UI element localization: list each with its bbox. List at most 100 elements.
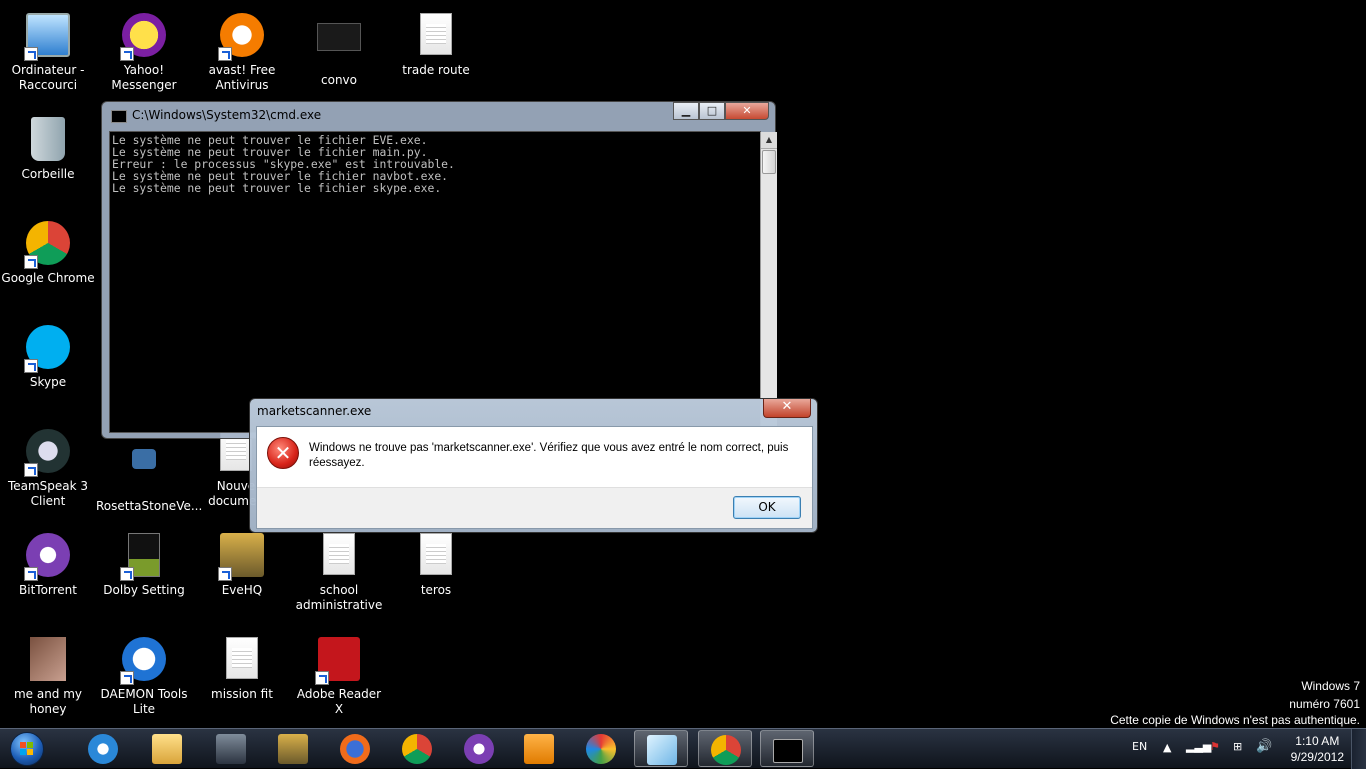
ok-button[interactable]: OK [733, 496, 801, 519]
start-button[interactable] [4, 729, 48, 769]
minimize-button[interactable]: ▁ [673, 102, 699, 120]
desktop-icon-label: TeamSpeak 3 Client [7, 479, 89, 508]
recycle-bin-icon [24, 117, 72, 165]
watermark-line-3: Cette copie de Windows n'est pas authent… [1110, 713, 1360, 727]
taskbar-button[interactable] [452, 730, 506, 767]
desktop-icon-label: Skype [29, 375, 67, 389]
desktop-icon-label: DAEMON Tools Lite [100, 687, 188, 716]
taskbar-button[interactable] [390, 730, 444, 767]
desktop-icon-label: Corbeille [21, 167, 75, 181]
dialog-body: ✕ Windows ne trouve pas 'marketscanner.e… [256, 426, 813, 529]
desktop-icon[interactable]: Yahoo! Messenger [96, 5, 192, 93]
shortcut-arrow-icon [120, 567, 134, 581]
taskbar-button[interactable] [512, 730, 566, 767]
desktop-icon[interactable]: Google Chrome [0, 213, 96, 286]
desktop-icon[interactable]: me and my honey [0, 629, 96, 717]
cmd-caption-buttons: ▁ □ ✕ [673, 102, 769, 120]
desktop-icon-label: me and my honey [13, 687, 83, 716]
desktop-icon[interactable]: Adobe Reader X [291, 629, 387, 717]
shortcut-arrow-icon [24, 359, 38, 373]
window-switcher-icon [647, 735, 677, 765]
shortcut-arrow-icon [218, 47, 232, 61]
screenshot-file-icon [315, 23, 363, 71]
taskbar-button[interactable] [266, 730, 320, 767]
cmd-window-icon [111, 110, 127, 123]
volume-icon[interactable]: 🔊 [1256, 739, 1272, 754]
dialog-title: marketscanner.exe [257, 404, 372, 418]
dialog-message-area: ✕ Windows ne trouve pas 'marketscanner.e… [257, 427, 812, 487]
text-file-icon [315, 533, 363, 581]
error-icon: ✕ [267, 437, 299, 469]
computer-icon [24, 13, 72, 61]
taskbar-button[interactable] [328, 730, 382, 767]
cmd-window[interactable]: C:\Windows\System32\cmd.exe ▁ □ ✕ Le sys… [101, 101, 777, 439]
taskbar-button[interactable] [760, 730, 814, 767]
internet-explorer-icon [88, 734, 118, 764]
desktop-icon-label: mission fit [211, 687, 273, 701]
cmd-scrollbar[interactable]: ▲ [760, 132, 777, 432]
scroll-up-arrow-icon[interactable]: ▲ [761, 132, 777, 149]
desktop-icon-label: teros [420, 583, 452, 597]
desktop-icon[interactable]: Skype [0, 317, 96, 390]
error-dialog[interactable]: marketscanner.exe ✕ ✕ Windows ne trouve … [249, 398, 818, 533]
taskbar-button[interactable] [204, 730, 258, 767]
clock[interactable]: 1:10 AM 9/29/2012 [1291, 733, 1344, 765]
show-hidden-icons[interactable]: ▲ [1163, 741, 1171, 754]
desktop-icon-label: Yahoo! Messenger [111, 63, 177, 92]
desktop-icon[interactable]: TeamSpeak 3 Client [0, 421, 96, 509]
desktop-icon[interactable]: trade route [388, 5, 484, 78]
dialog-footer: OK [257, 487, 812, 528]
scroll-thumb[interactable] [762, 150, 776, 174]
text-file-icon [412, 13, 460, 61]
desktop-icon[interactable]: Ordinateur - Raccourci [0, 5, 96, 93]
desktop-icon[interactable]: avast! Free Antivirus [194, 5, 290, 93]
maximize-button[interactable]: □ [699, 102, 725, 120]
cmd-close-button[interactable]: ✕ [725, 102, 769, 120]
daemon-tools-icon [120, 637, 168, 685]
desktop-icon[interactable]: BitTorrent [0, 525, 96, 598]
taskbar-button[interactable] [76, 730, 130, 767]
desktop-icon[interactable]: Corbeille [0, 109, 96, 182]
taskbar-button[interactable] [698, 730, 752, 767]
desktop-icon-label: avast! Free Antivirus [208, 63, 276, 92]
desktop-icon[interactable]: school administrative [291, 525, 387, 613]
network-icon[interactable]: ⊞ [1233, 740, 1242, 753]
evehq-icon [278, 734, 308, 764]
shortcut-arrow-icon [24, 567, 38, 581]
taskbar: EN ▲ ▂▃▅ ⚑ ⊞ 🔊 1:10 AM 9/29/2012 [0, 728, 1366, 769]
desktop-icon-label: Ordinateur - Raccourci [11, 63, 85, 92]
watermark-line-2: numéro 7601 [1289, 697, 1360, 711]
cmd-window-title: C:\Windows\System32\cmd.exe [132, 108, 322, 122]
action-center-icon[interactable]: ⚑ [1210, 740, 1220, 753]
show-desktop-button[interactable] [1351, 729, 1366, 769]
taskbar-button[interactable] [140, 730, 194, 767]
cmd-console[interactable]: Le système ne peut trouver le fichier EV… [109, 131, 777, 433]
firefox-icon [340, 734, 370, 764]
chrome-icon [711, 735, 741, 765]
signal-icon[interactable]: ▂▃▅ [1186, 740, 1211, 753]
dialog-close-button[interactable]: ✕ [763, 399, 811, 418]
clock-date: 9/29/2012 [1290, 750, 1344, 764]
taskbar-button[interactable] [574, 730, 628, 767]
desktop-icon[interactable]: teros [388, 525, 484, 598]
taskbar-button[interactable] [634, 730, 688, 767]
desktop-icon[interactable]: Dolby Setting [96, 525, 192, 598]
language-indicator[interactable]: EN [1132, 740, 1147, 753]
chrome-icon [402, 734, 432, 764]
shortcut-arrow-icon [24, 463, 38, 477]
desktop-icon[interactable]: convo [291, 5, 387, 88]
desktop-icon-label: RosettaStoneVe... [96, 499, 203, 513]
adobe-reader-icon [315, 637, 363, 685]
shortcut-arrow-icon [315, 671, 329, 685]
dolby-icon [120, 533, 168, 581]
desktop-icon-label: convo [321, 73, 357, 87]
desktop-icon[interactable]: mission fit [194, 629, 290, 702]
avast-icon [218, 13, 266, 61]
desktop-icon-label: trade route [402, 63, 470, 77]
shortcut-arrow-icon [120, 671, 134, 685]
desktop-icon-label: Adobe Reader X [296, 687, 382, 716]
desktop-icon[interactable]: EveHQ [194, 525, 290, 598]
desktop-icon[interactable]: DAEMON Tools Lite [96, 629, 192, 717]
media-player-icon [524, 734, 554, 764]
desktop-icon-label: BitTorrent [19, 583, 77, 597]
